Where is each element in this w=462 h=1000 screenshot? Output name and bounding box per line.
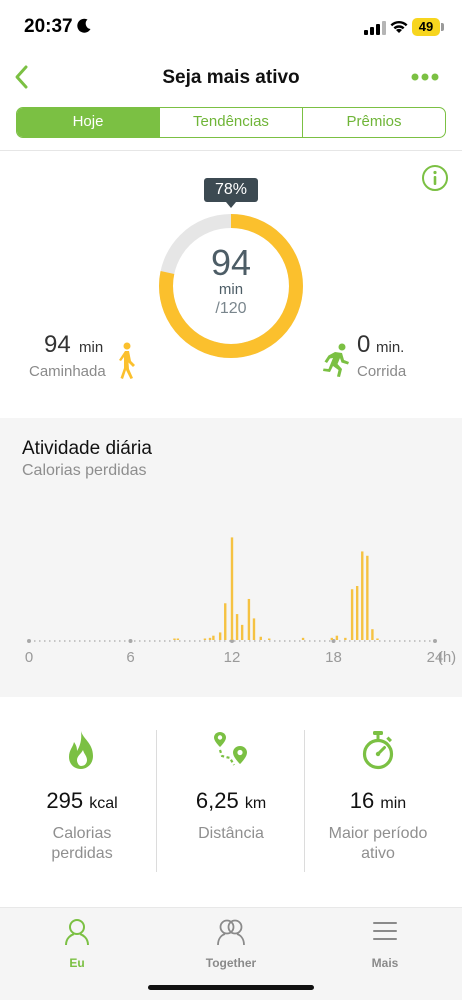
chart-bar xyxy=(335,635,339,640)
tab-together[interactable]: Together xyxy=(154,916,308,976)
chart-bar xyxy=(344,637,347,640)
walking-value: 94 xyxy=(44,331,71,358)
chart-bar xyxy=(268,638,271,640)
chart-tick-label: 6 xyxy=(126,649,134,666)
chart-bar xyxy=(224,603,227,640)
chart-bar xyxy=(361,551,364,640)
active-minutes-goal: /120 xyxy=(215,300,247,317)
tab-eu-label: Eu xyxy=(69,956,85,970)
tab-hoje[interactable]: Hoje xyxy=(17,108,160,137)
chart-bar xyxy=(218,632,222,640)
battery-tip xyxy=(441,23,444,31)
wifi-icon xyxy=(390,20,408,33)
chart-tick-mark xyxy=(433,639,437,643)
chart-tick-mark xyxy=(27,639,31,643)
nav-bar: Seja mais ativo xyxy=(0,56,462,100)
chart-bar xyxy=(247,598,251,640)
flame-icon xyxy=(69,731,93,769)
chart-tick-mark xyxy=(128,639,133,643)
info-icon[interactable] xyxy=(421,164,449,192)
route-pin-icon xyxy=(214,732,247,766)
longest-active-label-line2: ativo xyxy=(361,845,395,862)
running-label: Corrida xyxy=(357,363,407,380)
longest-active-value: 16 xyxy=(349,788,375,813)
daily-activity-chart: 0 6 12 18 24(h) xyxy=(25,537,456,666)
chart-tick-label: 12 xyxy=(224,649,241,666)
header-divider xyxy=(0,150,462,151)
tab-premios[interactable]: Prêmios xyxy=(303,108,445,137)
chart-bar xyxy=(259,636,262,640)
longest-active-stat: 16 min Maior período ativo xyxy=(304,730,452,875)
chart-bar xyxy=(301,637,305,640)
chart-bar xyxy=(176,638,180,640)
chart-bar xyxy=(252,618,256,640)
more-options-icon[interactable] xyxy=(410,72,440,82)
chart-bar xyxy=(376,638,379,640)
stopwatch-icon xyxy=(362,731,394,770)
calories-label: Calorias perdidas xyxy=(8,824,156,864)
tab-mais-label: Mais xyxy=(371,956,399,970)
chart-bar xyxy=(330,637,334,640)
calories-label-line2: perdidas xyxy=(51,845,113,862)
active-minutes-value: 94 xyxy=(210,242,252,283)
status-bar: 20:37 49 xyxy=(0,0,462,56)
distance-value: 6,25 xyxy=(195,788,239,813)
battery-level: 49 xyxy=(412,18,440,36)
people-icon xyxy=(217,919,245,946)
longest-active-label: Maior período ativo xyxy=(304,824,452,864)
chart-bar xyxy=(235,614,239,640)
daily-activity-subtitle: Calorias perdidas xyxy=(22,462,147,479)
chart-bar xyxy=(208,637,212,640)
daily-activity-title: Atividade diária xyxy=(22,438,152,459)
walking-label: Caminhada xyxy=(29,363,106,380)
chart-bar xyxy=(203,638,207,640)
running-value: 0 xyxy=(357,331,371,358)
chart-bar xyxy=(240,624,244,640)
status-time: 20:37 xyxy=(24,16,73,37)
chart-x-unit: (h) xyxy=(438,649,456,666)
tab-mais[interactable]: Mais xyxy=(308,916,462,976)
distance-unit: km xyxy=(244,795,267,812)
longest-active-label-line1: Maior período xyxy=(328,825,428,842)
calories-value-line: 295 kcal xyxy=(8,788,156,814)
progress-percent-pointer xyxy=(226,202,236,208)
running-unit: min. xyxy=(376,339,405,356)
walking-person-icon xyxy=(119,342,135,379)
distance-stat: 6,25 km Distância xyxy=(157,730,305,875)
chart-bar xyxy=(355,586,359,640)
chart-bar xyxy=(230,537,234,640)
daily-activity-panel: Atividade diária Calorias perdidas 0 6 12 1… xyxy=(0,418,462,697)
longest-active-value-line: 16 min xyxy=(304,788,452,814)
running-person-icon xyxy=(323,343,349,377)
longest-active-unit: min xyxy=(380,795,407,812)
calories-value: 295 xyxy=(46,788,84,813)
stats-row: 295 kcal Calorias perdidas 6,25 km Distân… xyxy=(0,730,462,875)
calories-unit: kcal xyxy=(89,795,118,812)
calories-stat: 295 kcal Calorias perdidas xyxy=(8,730,156,875)
chart-bar xyxy=(371,629,374,640)
tab-together-label: Together xyxy=(205,956,257,970)
chart-bar xyxy=(212,635,215,640)
moon-icon xyxy=(77,18,91,33)
progress-percent-badge: 78% xyxy=(204,178,258,202)
person-icon xyxy=(65,919,89,946)
tab-eu[interactable]: Eu xyxy=(0,916,154,976)
chart-bar xyxy=(366,555,369,640)
signal-icon xyxy=(364,21,386,35)
chart-bar xyxy=(173,638,176,640)
page-title: Seja mais ativo xyxy=(162,67,300,88)
active-minutes-unit: min xyxy=(218,281,244,298)
distance-label-line1: Distância xyxy=(198,825,264,842)
menu-icon xyxy=(373,922,397,940)
tab-tendencias[interactable]: Tendências xyxy=(160,108,303,137)
distance-label: Distância xyxy=(157,824,305,844)
distance-value-line: 6,25 km xyxy=(157,788,305,814)
chart-tick-label: 18 xyxy=(325,649,342,666)
home-indicator xyxy=(148,985,314,990)
walking-unit: min xyxy=(79,339,104,356)
calories-label-line1: Calorias xyxy=(52,825,112,842)
period-tabs: Hoje Tendências Prêmios xyxy=(16,107,446,138)
chart-tick-label: 0 xyxy=(25,649,33,666)
chart-bar xyxy=(350,589,354,640)
